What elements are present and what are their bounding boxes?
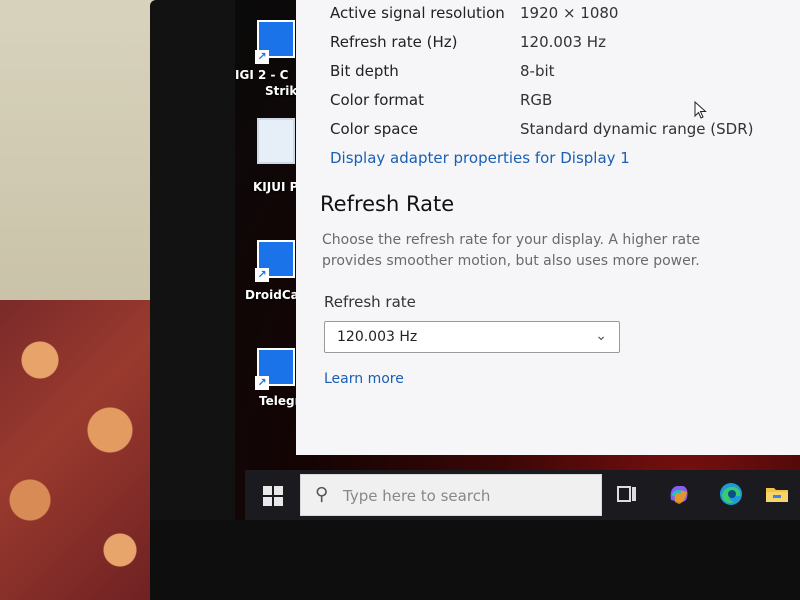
info-label: Bit depth: [330, 62, 399, 80]
info-label: Color format: [330, 91, 424, 109]
refresh-rate-dropdown[interactable]: 120.003 Hz ⌄: [324, 321, 620, 353]
shortcut-arrow-icon: ↗: [255, 376, 269, 390]
edge-icon[interactable]: [717, 480, 745, 508]
display-adapter-properties-link[interactable]: Display adapter properties for Display 1: [330, 149, 790, 173]
search-placeholder: Type here to search: [343, 487, 491, 505]
copilot-icon[interactable]: [665, 480, 693, 508]
info-row-color-space: Color space Standard dynamic range (SDR): [330, 120, 790, 144]
start-icon[interactable]: [263, 486, 283, 506]
info-row-refresh-rate: Refresh rate (Hz) 120.003 Hz: [330, 33, 790, 57]
refresh-rate-selected-value: 120.003 Hz: [337, 329, 418, 345]
info-value: Standard dynamic range (SDR): [520, 120, 754, 138]
info-value: 120.003 Hz: [520, 33, 606, 51]
search-icon: ⚲: [315, 484, 329, 505]
desktop-icon-label: Telegr: [259, 394, 297, 408]
background-wall: [0, 0, 170, 310]
monitor-bezel-bottom: [150, 520, 800, 600]
desktop-icon-droidcam[interactable]: ↗ DroidCa: [235, 240, 299, 310]
desktop-icon-label: DroidCa: [245, 288, 297, 302]
shortcut-arrow-icon: ↗: [255, 268, 269, 282]
settings-window: Active signal resolution 1920 × 1080 Ref…: [296, 0, 800, 455]
chevron-down-icon: ⌄: [595, 328, 607, 344]
desktop-icon-igi2[interactable]: ↗ IGI 2 - C Strik: [235, 20, 299, 100]
refresh-rate-description: Choose the refresh rate for your display…: [322, 232, 701, 269]
info-row-color-format: Color format RGB: [330, 91, 790, 115]
info-row-resolution: Active signal resolution 1920 × 1080: [330, 4, 790, 28]
background-cloth: [0, 300, 170, 600]
learn-more-link[interactable]: Learn more: [324, 371, 404, 387]
kijui-file-icon: [257, 118, 295, 164]
taskbar-search-box[interactable]: ⚲ Type here to search: [300, 474, 602, 516]
info-row-bit-depth: Bit depth 8-bit: [330, 62, 790, 86]
desktop-icon-label: Strik: [265, 84, 297, 98]
desktop-icon-label: IGI 2 - C: [235, 68, 289, 82]
info-label: Color space: [330, 120, 418, 138]
refresh-rate-section-title: Refresh Rate: [320, 192, 455, 216]
desktop-icon-label: KIJUI P: [253, 180, 297, 194]
file-explorer-icon[interactable]: [763, 480, 791, 508]
info-label: Active signal resolution: [330, 4, 505, 22]
taskbar: ⚲ Type here to search: [245, 470, 800, 520]
desktop-icon-telegram[interactable]: ↗ Telegr: [235, 348, 299, 418]
task-view-icon[interactable]: [613, 480, 641, 508]
info-value: RGB: [520, 91, 553, 109]
mouse-cursor-icon: [694, 101, 707, 119]
info-value: 8-bit: [520, 62, 555, 80]
refresh-rate-field-label: Refresh rate: [324, 293, 416, 311]
shortcut-arrow-icon: ↗: [255, 50, 269, 64]
desktop-icon-kijui[interactable]: KIJUI P: [235, 118, 299, 198]
info-value: 1920 × 1080: [520, 4, 619, 22]
info-label: Refresh rate (Hz): [330, 33, 458, 51]
